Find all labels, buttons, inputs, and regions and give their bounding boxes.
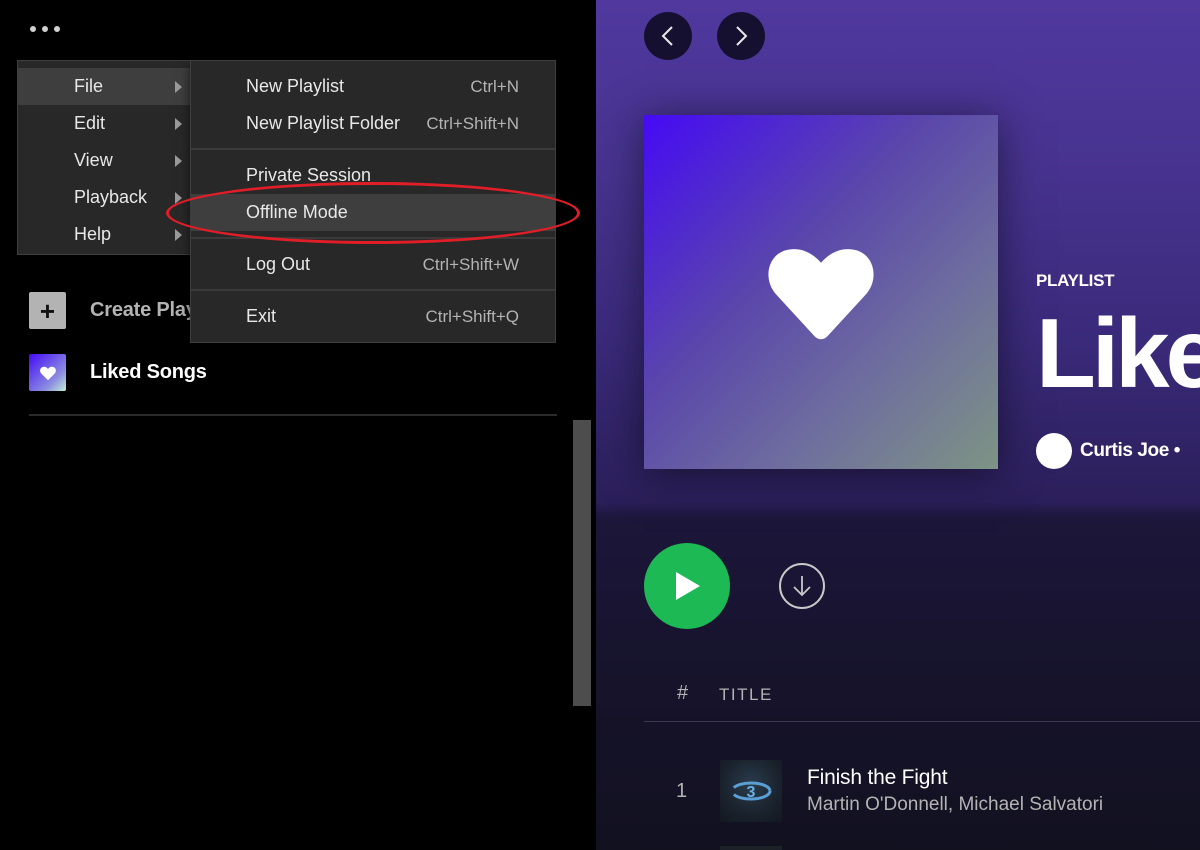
- download-button[interactable]: [779, 563, 825, 609]
- submenu-arrow-icon: [175, 191, 182, 204]
- main-view: PLAYLIST Liked Songs Curtis Joe • # TITL…: [596, 0, 1200, 850]
- shortcut-label: Ctrl+N: [470, 76, 519, 96]
- shortcut-label: Ctrl+Shift+N: [426, 113, 519, 133]
- submenu-arrow-icon: [175, 80, 182, 93]
- sidebar-divider: [29, 414, 557, 416]
- menu-item-label: Help: [74, 224, 112, 244]
- ellipsis-icon: [42, 26, 48, 32]
- playlist-title: Liked Songs: [1036, 298, 1200, 408]
- album-art: 3: [720, 760, 782, 822]
- menu-item-label: File: [74, 76, 104, 96]
- menu-item-label: Edit: [74, 113, 106, 133]
- heart-icon: [768, 249, 874, 340]
- menu-item-view[interactable]: View: [18, 142, 190, 179]
- menu-item-new-playlist-folder[interactable]: New Playlist Folder Ctrl+Shift+N: [191, 105, 555, 142]
- menu-item-log-out[interactable]: Log Out Ctrl+Shift+W: [191, 246, 555, 283]
- liked-songs-label: Liked Songs: [90, 361, 207, 383]
- avatar: [1036, 433, 1072, 469]
- playlist-type-label: PLAYLIST: [1036, 271, 1115, 290]
- menu-item-label: Log Out: [246, 254, 311, 274]
- liked-songs-link[interactable]: Liked Songs: [29, 354, 207, 391]
- menu-separator: [191, 148, 555, 150]
- file-submenu: New Playlist Ctrl+N New Playlist Folder …: [190, 60, 556, 343]
- menu-item-private-session[interactable]: Private Session: [191, 157, 555, 194]
- heart-icon: [29, 354, 66, 391]
- menu-item-label: Exit: [246, 306, 277, 326]
- menu-item-help[interactable]: Help: [18, 216, 190, 253]
- menu-item-new-playlist[interactable]: New Playlist Ctrl+N: [191, 68, 555, 105]
- playlist-cover: [644, 115, 998, 469]
- menu-item-edit[interactable]: Edit: [18, 105, 190, 142]
- track-number: 1: [676, 779, 688, 802]
- sidebar-scrollbar[interactable]: [573, 420, 591, 706]
- shortcut-label: Ctrl+Shift+Q: [425, 306, 519, 326]
- track-row[interactable]: 1 3 Finish the Fight Martin O'Donnell, M…: [644, 760, 1200, 822]
- svg-text:3: 3: [747, 784, 756, 801]
- submenu-arrow-icon: [175, 154, 182, 167]
- menu-item-offline-mode[interactable]: Offline Mode: [191, 194, 555, 231]
- submenu-arrow-icon: [175, 117, 182, 130]
- ellipsis-icon: [54, 26, 60, 32]
- submenu-arrow-icon: [175, 228, 182, 241]
- play-button[interactable]: [644, 543, 730, 629]
- menu-item-label: New Playlist: [246, 76, 345, 96]
- download-icon: [793, 576, 811, 597]
- tracklist-header: # TITLE: [644, 682, 1200, 722]
- menu-item-exit[interactable]: Exit Ctrl+Shift+Q: [191, 298, 555, 335]
- playlist-owner[interactable]: Curtis Joe •: [1036, 433, 1180, 469]
- shortcut-label: Ctrl+Shift+W: [422, 254, 519, 274]
- owner-name: Curtis Joe •: [1080, 440, 1181, 461]
- chevron-right-icon: [736, 26, 748, 46]
- next-track-album-art: [720, 846, 782, 850]
- menu-item-label: Offline Mode: [246, 202, 348, 222]
- menu-separator: [191, 237, 555, 239]
- menu-item-label: Private Session: [246, 165, 372, 185]
- column-header-number: #: [677, 682, 689, 704]
- menu-item-label: View: [74, 150, 113, 170]
- chevron-left-icon: [661, 26, 673, 46]
- menu-item-label: Playback: [74, 187, 148, 207]
- app-menu: File Edit View Playback Help: [17, 60, 191, 255]
- forward-button[interactable]: [717, 12, 765, 60]
- ellipsis-icon: [30, 26, 36, 32]
- back-button[interactable]: [644, 12, 692, 60]
- menu-item-label: New Playlist Folder: [246, 113, 401, 133]
- column-header-title[interactable]: TITLE: [719, 682, 773, 705]
- track-artists[interactable]: Martin O'Donnell, Michael Salvatori: [807, 794, 1103, 816]
- menu-item-playback[interactable]: Playback: [18, 179, 190, 216]
- plus-icon: +: [29, 292, 66, 329]
- track-title[interactable]: Finish the Fight: [807, 766, 1103, 790]
- menu-item-file[interactable]: File: [18, 68, 190, 105]
- more-options-button[interactable]: [30, 20, 70, 38]
- play-icon: [676, 572, 700, 600]
- menu-separator: [191, 289, 555, 291]
